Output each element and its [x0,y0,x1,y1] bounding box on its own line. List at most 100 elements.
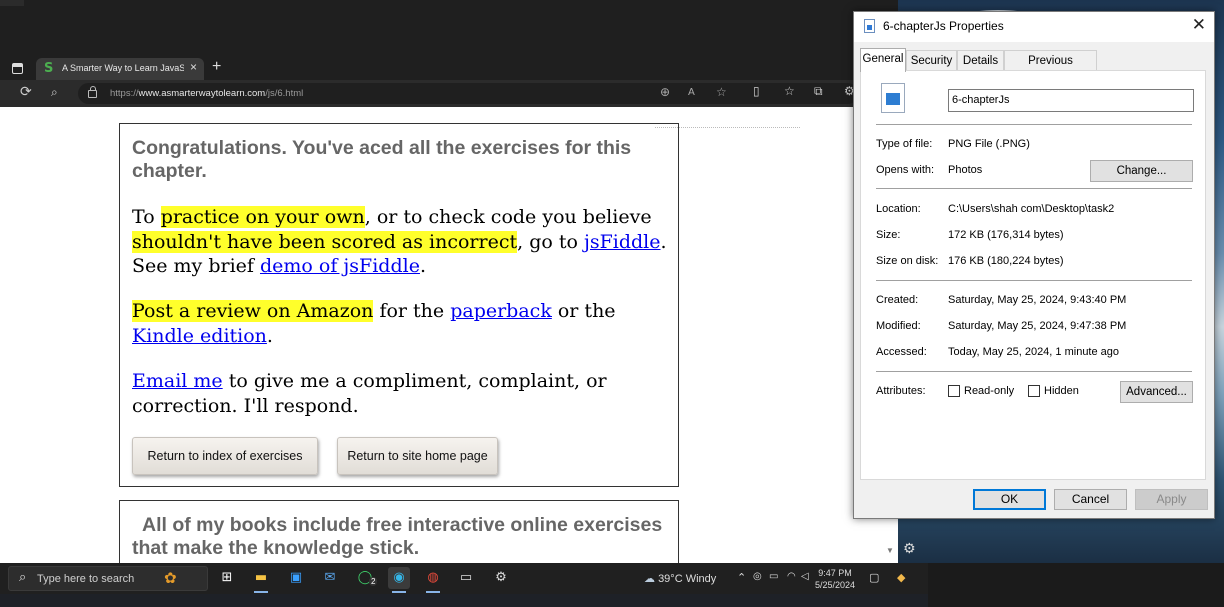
tab-strip: S A Smarter Way to Learn JavaScript × + [0,58,898,80]
taskbar-extension [928,563,1224,607]
cancel-button[interactable]: Cancel [1054,489,1127,510]
size-value: 172 KB (176,314 bytes) [948,229,1064,241]
jsfiddle-demo-link[interactable]: demo of jsFiddle [260,255,420,277]
file-name-field[interactable]: 6-chapterJs [948,89,1194,112]
text-run: for the [373,300,451,322]
return-home-button[interactable]: Return to site home page [337,437,498,475]
collections-icon[interactable]: ⧉ [814,84,823,99]
tab-general[interactable]: General [860,48,906,72]
settings-icon[interactable]: ⚙ [490,567,512,589]
microsoft-store-icon[interactable]: ▣ [285,567,307,589]
search-icon: ⌕ [19,570,27,585]
jsfiddle-link[interactable]: jsFiddle [584,231,661,253]
hidden-checkbox[interactable] [1028,385,1040,397]
apply-button[interactable]: Apply [1135,489,1208,510]
taskbar-main: ⌕ Type here to search ✿ ⊞ ▬ ▣ ✉ ◯ 2 ◉ ◍ … [0,563,928,594]
notifications-icon[interactable]: ▢ [869,571,879,584]
kindle-link[interactable]: Kindle edition [132,325,267,347]
advanced-button[interactable]: Advanced... [1120,381,1193,403]
congrats-panel: Congratulations. You've aced all the exe… [119,123,679,487]
browser-tab[interactable]: S A Smarter Way to Learn JavaScript × [36,58,204,80]
url-path: /js/6.html [265,88,304,99]
modified-label: Modified: [876,320,921,332]
split-screen-icon[interactable]: ▯ [753,84,760,98]
readonly-checkbox[interactable] [948,385,960,397]
text-run: , or to check code you believe [364,206,652,228]
type-value: PNG File (.PNG) [948,138,1030,150]
text-run: or the [551,300,616,322]
taskbar-search[interactable]: ⌕ Type here to search ✿ [8,566,208,591]
text-run: , go to [517,230,584,253]
edge-icon[interactable]: ◉ [388,567,410,589]
tab-details[interactable]: Details [957,50,1004,71]
file-icon [864,19,875,33]
settings-gear-icon[interactable]: ⚙ [903,541,916,557]
taskbar: ⌕ Type here to search ✿ ⊞ ▬ ▣ ✉ ◯ 2 ◉ ◍ … [0,563,1224,607]
attributes-label: Attributes: [876,385,926,397]
site-favicon-icon: S [44,61,54,76]
favorites-icon[interactable]: ☆ [784,84,795,98]
favorite-star-icon[interactable]: ☆ [716,85,727,99]
terminal-icon[interactable]: ▭ [455,567,477,589]
practice-paragraph: To practice on your own, or to check cod… [132,205,667,279]
close-icon[interactable]: ✕ [1192,15,1206,35]
weather-icon: ☁ [644,573,655,585]
created-value: Saturday, May 25, 2024, 9:43:40 PM [948,294,1127,306]
created-label: Created: [876,294,919,306]
tray-app-icon[interactable]: ◎ [753,571,762,582]
weather-text: Windy [685,573,717,585]
readonly-label: Read-only [964,385,1015,397]
search-highlight-icon: ✿ [164,569,177,587]
chevron-up-icon[interactable]: ⌃ [737,571,746,584]
zoom-icon[interactable]: ⊕ [660,85,670,99]
task-view-icon[interactable]: ⊞ [216,567,238,589]
scroll-down-icon[interactable]: ▼ [886,546,894,555]
clock-time: 9:47 PM [818,568,852,578]
accessed-label: Accessed: [876,346,927,358]
web-page: Congratulations. You've aced all the exe… [0,107,898,563]
battery-icon[interactable]: ▭ [769,571,778,582]
tab-title: A Smarter Way to Learn JavaScript [62,63,184,73]
text-run: . [419,255,426,277]
refresh-icon[interactable]: ⟳ [20,84,32,100]
weather-widget[interactable]: ☁ 39°C Windy [644,572,716,585]
tab-previous-versions[interactable]: Previous Versions [1004,50,1097,87]
new-tab-icon[interactable]: + [212,58,221,76]
lock-icon [88,86,97,98]
url-field[interactable]: https://www.asmarterwaytolearn.com/js/6.… [78,83,858,104]
ok-button[interactable]: OK [973,489,1046,510]
modified-value: Saturday, May 25, 2024, 9:47:38 PM [948,320,1127,332]
tab-close-icon[interactable]: × [190,60,197,74]
png-file-icon [881,83,905,113]
mail-icon[interactable]: ✉ [319,567,341,589]
email-link[interactable]: Email me [132,370,223,392]
text-run: To [132,206,161,228]
paperback-link[interactable]: paperback [450,300,552,322]
url-domain: www.asmarterwaytolearn.com [138,88,266,99]
search-icon[interactable]: ⌕ [51,85,58,100]
size-on-disk-label: Size on disk: [876,255,939,267]
chrome-icon[interactable]: ◍ [422,567,444,589]
browser-top-area [0,0,898,58]
dialog-titlebar[interactable]: 6-chapterJs Properties ✕ [854,12,1214,42]
size-on-disk-value: 176 KB (180,224 bytes) [948,255,1064,267]
whatsapp-badge: 2 [369,577,378,586]
return-index-button[interactable]: Return to index of exercises [132,437,318,475]
tab-actions-icon[interactable] [12,63,23,74]
system-clock[interactable]: 9:47 PM 5/25/2024 [815,567,855,591]
separator [876,188,1192,189]
books-panel: All of my books include free interactive… [119,500,679,563]
size-label: Size: [876,229,901,241]
text-run: . [266,324,273,347]
hidden-label: Hidden [1044,385,1079,397]
change-button[interactable]: Change... [1090,160,1193,182]
read-aloud-icon[interactable]: A [688,87,695,98]
file-explorer-icon[interactable]: ▬ [250,567,272,589]
wifi-icon[interactable]: ◠ [787,571,796,582]
separator [876,280,1192,281]
tab-security[interactable]: Security [906,50,957,71]
opens-label: Opens with: [876,164,935,176]
separator [876,371,1192,372]
copilot-icon[interactable]: ◆ [897,571,905,584]
volume-icon[interactable]: ◁ [801,571,809,582]
